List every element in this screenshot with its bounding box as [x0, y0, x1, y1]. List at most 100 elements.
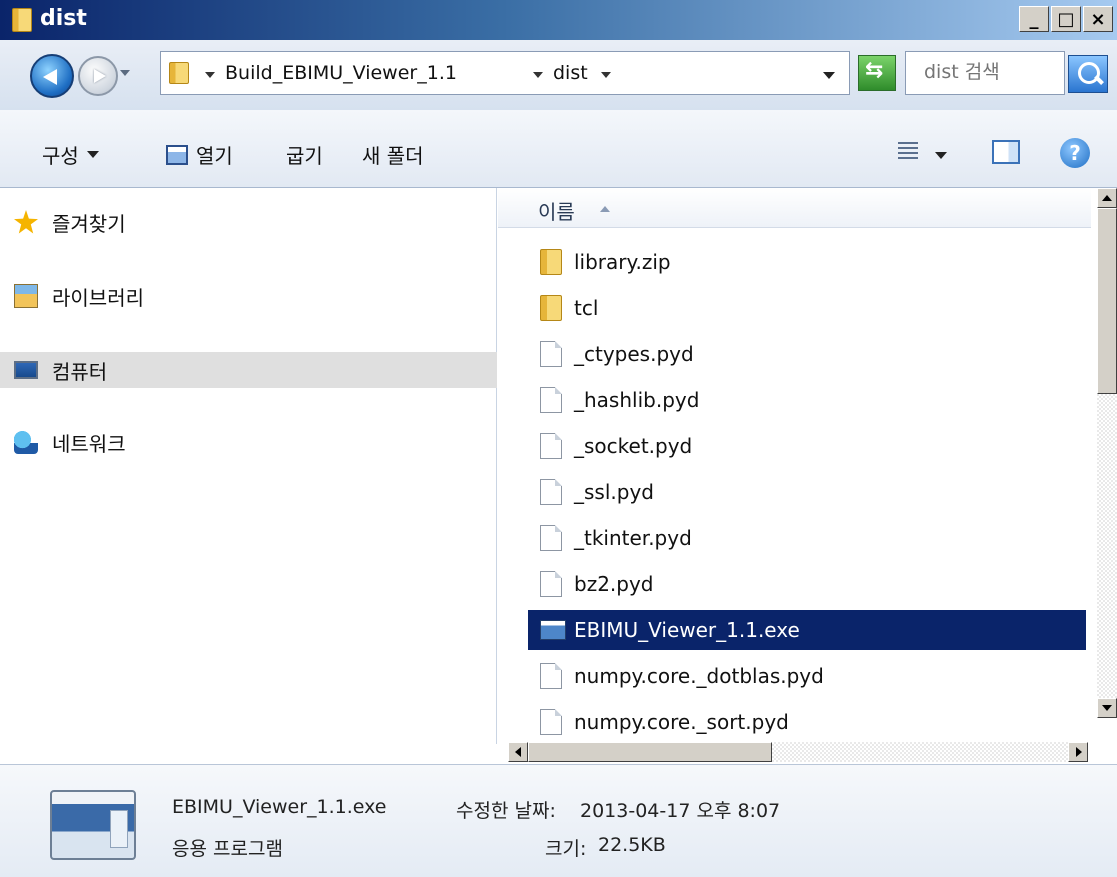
application-icon: [540, 620, 566, 640]
column-header-label: 이름: [538, 200, 575, 224]
file-row[interactable]: library.zip: [528, 242, 1086, 282]
chevron-down-icon[interactable]: [935, 152, 947, 159]
chevron-down-icon[interactable]: [205, 72, 215, 78]
help-icon[interactable]: ?: [1060, 138, 1090, 168]
details-type: 응용 프로그램: [172, 838, 283, 860]
search-input[interactable]: [906, 52, 1056, 92]
folder-icon: [169, 62, 189, 84]
preview-pane-icon[interactable]: [992, 140, 1020, 164]
history-dropdown[interactable]: [120, 70, 130, 76]
chevron-down-icon[interactable]: [601, 72, 611, 78]
organize-label: 구성: [42, 144, 79, 168]
new-folder-button[interactable]: 새 폴더: [362, 140, 424, 169]
window-title: dist: [40, 6, 87, 31]
sort-ascending-icon: [600, 206, 610, 212]
file-name: tcl: [574, 296, 599, 320]
file-icon: [540, 341, 562, 367]
scroll-up-button[interactable]: [1097, 188, 1117, 208]
file-icon: [540, 479, 562, 505]
file-icon: [540, 525, 562, 551]
chevron-down-icon: [86, 151, 99, 158]
new-folder-label: 새 폴더: [362, 144, 424, 168]
file-row[interactable]: _hashlib.pyd: [528, 380, 1086, 420]
file-name: _ssl.pyd: [574, 480, 654, 504]
open-icon: [166, 144, 188, 165]
file-row[interactable]: _socket.pyd: [528, 426, 1086, 466]
details-modified-label: 수정한 날짜:: [456, 800, 556, 822]
file-icon: [540, 433, 562, 459]
file-name: EBIMU_Viewer_1.1.exe: [574, 618, 800, 642]
file-icon: [540, 571, 562, 597]
close-button[interactable]: ×: [1083, 6, 1113, 32]
details-size-label: 크기:: [545, 838, 587, 860]
nav-item-network[interactable]: 네트워크: [0, 424, 497, 460]
details-filename: EBIMU_Viewer_1.1.exe: [172, 796, 387, 818]
chevron-down-icon[interactable]: [533, 72, 543, 78]
column-header-name[interactable]: 이름: [498, 188, 1091, 228]
computer-icon: [14, 361, 38, 379]
open-label: 열기: [196, 144, 233, 168]
file-row[interactable]: tcl: [528, 288, 1086, 328]
star-icon: [14, 210, 38, 234]
address-dropdown-button[interactable]: [823, 72, 835, 79]
burn-label: 굽기: [286, 144, 323, 168]
file-row[interactable]: _ctypes.pyd: [528, 334, 1086, 374]
search-icon[interactable]: [1068, 55, 1108, 93]
file-name: bz2.pyd: [574, 572, 654, 596]
nav-item-computer[interactable]: 컴퓨터: [0, 352, 497, 388]
organize-button[interactable]: 구성: [42, 140, 99, 169]
vertical-scrollbar[interactable]: [1097, 188, 1117, 718]
file-name: _socket.pyd: [574, 434, 693, 458]
file-name: numpy.core._dotblas.pyd: [574, 664, 824, 688]
file-name: _ctypes.pyd: [574, 342, 694, 366]
folder-icon: [540, 295, 562, 321]
nav-item-libraries[interactable]: 라이브러리: [0, 278, 497, 314]
file-icon: [540, 709, 562, 735]
details-modified-value: 2013-04-17 오후 8:07: [580, 800, 781, 822]
maximize-button[interactable]: □: [1051, 6, 1081, 32]
forward-button[interactable]: [78, 56, 118, 96]
file-icon: [540, 387, 562, 413]
scroll-thumb[interactable]: [528, 742, 772, 762]
nav-item-label: 라이브러리: [52, 285, 144, 310]
file-row[interactable]: bz2.pyd: [528, 564, 1086, 604]
file-row[interactable]: _ssl.pyd: [528, 472, 1086, 512]
minimize-button[interactable]: _: [1019, 6, 1049, 32]
nav-item-label: 즐겨찾기: [52, 211, 126, 236]
search-box[interactable]: [905, 51, 1065, 95]
file-icon: [540, 663, 562, 689]
folder-icon: [12, 8, 32, 32]
library-icon: [14, 284, 38, 308]
file-name: numpy.core._sort.pyd: [574, 710, 789, 734]
file-row[interactable]: numpy.core._sort.pyd: [528, 702, 1086, 742]
open-button[interactable]: 열기: [166, 140, 233, 169]
nav-item-label: 컴퓨터: [52, 359, 108, 384]
folder-icon: [540, 249, 562, 275]
breadcrumb-item[interactable]: dist: [553, 62, 588, 84]
file-name: _hashlib.pyd: [574, 388, 700, 412]
file-name: library.zip: [574, 250, 671, 274]
file-name: _tkinter.pyd: [574, 526, 692, 550]
view-icon[interactable]: [898, 142, 918, 162]
file-row[interactable]: _tkinter.pyd: [528, 518, 1086, 558]
horizontal-scrollbar[interactable]: [508, 742, 1088, 762]
breadcrumb-item[interactable]: Build_EBIMU_Viewer_1.1: [225, 62, 457, 84]
file-row[interactable]: EBIMU_Viewer_1.1.exe: [528, 610, 1086, 650]
scroll-down-button[interactable]: [1097, 698, 1117, 718]
navigation-pane: 즐겨찾기 라이브러리 컴퓨터 네트워크: [0, 188, 497, 744]
file-list: 이름 library.zip tcl _ctypes.pyd _hashlib.pyd…: [498, 188, 1117, 744]
details-size-value: 22.5KB: [598, 834, 666, 856]
file-row[interactable]: numpy.core._dotblas.pyd: [528, 656, 1086, 696]
network-icon: [14, 430, 38, 454]
scroll-right-button[interactable]: [1068, 742, 1088, 762]
burn-button[interactable]: 굽기: [286, 140, 323, 169]
nav-item-label: 네트워크: [52, 431, 126, 456]
nav-item-favorites[interactable]: 즐겨찾기: [0, 204, 497, 240]
title-bar[interactable]: dist _ □ ×: [0, 0, 1117, 40]
refresh-button[interactable]: [858, 55, 896, 91]
back-button[interactable]: [30, 54, 74, 98]
breadcrumb[interactable]: Build_EBIMU_Viewer_1.1 dist: [160, 51, 850, 95]
scroll-thumb[interactable]: [1097, 208, 1117, 394]
application-icon: [50, 790, 136, 860]
scroll-left-button[interactable]: [508, 742, 528, 762]
